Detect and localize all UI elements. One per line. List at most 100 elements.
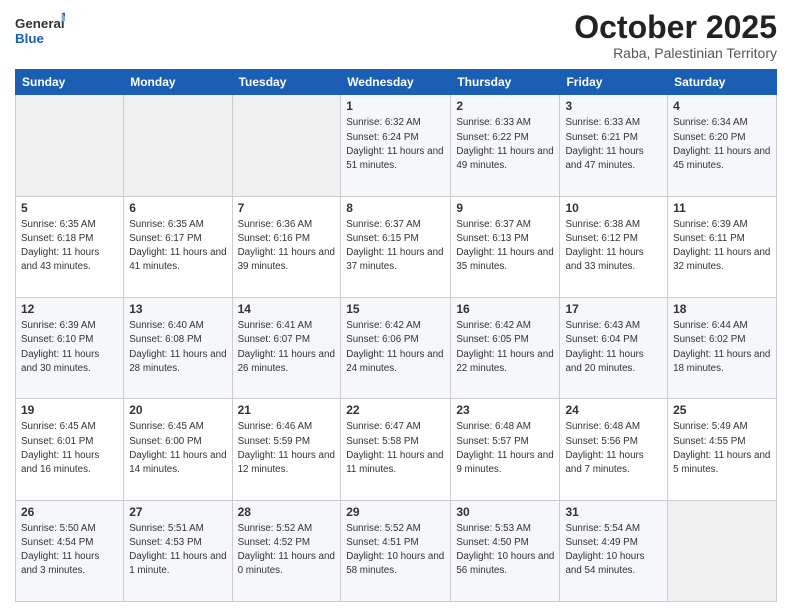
sunset-info: Sunset: 6:06 PM — [346, 334, 418, 345]
daylight-info: Daylight: 11 hours and 1 minute. — [129, 551, 226, 576]
sunset-info: Sunset: 6:21 PM — [565, 132, 637, 143]
day-number: 25 — [673, 402, 771, 418]
daylight-info: Daylight: 11 hours and 22 minutes. — [456, 349, 553, 374]
daylight-info: Daylight: 11 hours and 0 minutes. — [238, 551, 335, 576]
page: General Blue October 2025 Raba, Palestin… — [0, 0, 792, 612]
day-number: 13 — [129, 301, 226, 317]
calendar-day-cell: 2 Sunrise: 6:33 AM Sunset: 6:22 PM Dayli… — [451, 95, 560, 196]
day-number: 27 — [129, 504, 226, 520]
daylight-info: Daylight: 11 hours and 43 minutes. — [21, 247, 99, 272]
svg-text:Blue: Blue — [15, 31, 44, 46]
day-number: 2 — [456, 98, 554, 114]
daylight-info: Daylight: 11 hours and 9 minutes. — [456, 450, 553, 475]
daylight-info: Daylight: 11 hours and 20 minutes. — [565, 349, 643, 374]
daylight-info: Daylight: 11 hours and 37 minutes. — [346, 247, 443, 272]
calendar-day-header: Wednesday — [341, 70, 451, 95]
day-number: 11 — [673, 200, 771, 216]
sunset-info: Sunset: 6:04 PM — [565, 334, 637, 345]
daylight-info: Daylight: 11 hours and 12 minutes. — [238, 450, 335, 475]
day-number: 16 — [456, 301, 554, 317]
sunset-info: Sunset: 6:12 PM — [565, 233, 637, 244]
day-number: 20 — [129, 402, 226, 418]
sunrise-info: Sunrise: 5:52 AM — [346, 523, 421, 534]
sunset-info: Sunset: 6:15 PM — [346, 233, 418, 244]
sunset-info: Sunset: 6:17 PM — [129, 233, 201, 244]
calendar-day-cell: 14 Sunrise: 6:41 AM Sunset: 6:07 PM Dayl… — [232, 297, 341, 398]
day-number: 30 — [456, 504, 554, 520]
calendar-day-cell: 8 Sunrise: 6:37 AM Sunset: 6:15 PM Dayli… — [341, 196, 451, 297]
day-number: 4 — [673, 98, 771, 114]
calendar-day-cell: 9 Sunrise: 6:37 AM Sunset: 6:13 PM Dayli… — [451, 196, 560, 297]
day-number: 29 — [346, 504, 445, 520]
calendar-week-row: 5 Sunrise: 6:35 AM Sunset: 6:18 PM Dayli… — [16, 196, 777, 297]
calendar-day-cell: 12 Sunrise: 6:39 AM Sunset: 6:10 PM Dayl… — [16, 297, 124, 398]
calendar-week-row: 1 Sunrise: 6:32 AM Sunset: 6:24 PM Dayli… — [16, 95, 777, 196]
calendar-day-header: Thursday — [451, 70, 560, 95]
calendar-day-header: Tuesday — [232, 70, 341, 95]
day-number: 12 — [21, 301, 118, 317]
sunrise-info: Sunrise: 6:47 AM — [346, 421, 421, 432]
sunset-info: Sunset: 6:07 PM — [238, 334, 310, 345]
sunset-info: Sunset: 5:56 PM — [565, 436, 637, 447]
header: General Blue October 2025 Raba, Palestin… — [15, 10, 777, 61]
calendar-day-cell — [232, 95, 341, 196]
sunset-info: Sunset: 4:53 PM — [129, 537, 201, 548]
sunset-info: Sunset: 6:00 PM — [129, 436, 201, 447]
sunset-info: Sunset: 4:54 PM — [21, 537, 93, 548]
daylight-info: Daylight: 11 hours and 24 minutes. — [346, 349, 443, 374]
day-number: 17 — [565, 301, 662, 317]
daylight-info: Daylight: 11 hours and 30 minutes. — [21, 349, 99, 374]
sunset-info: Sunset: 6:24 PM — [346, 132, 418, 143]
sunset-info: Sunset: 6:11 PM — [673, 233, 745, 244]
day-number: 5 — [21, 200, 118, 216]
day-number: 28 — [238, 504, 336, 520]
calendar-day-cell: 30 Sunrise: 5:53 AM Sunset: 4:50 PM Dayl… — [451, 500, 560, 601]
sunrise-info: Sunrise: 5:54 AM — [565, 523, 640, 534]
daylight-info: Daylight: 11 hours and 32 minutes. — [673, 247, 770, 272]
calendar-week-row: 26 Sunrise: 5:50 AM Sunset: 4:54 PM Dayl… — [16, 500, 777, 601]
day-number: 21 — [238, 402, 336, 418]
calendar-day-cell: 7 Sunrise: 6:36 AM Sunset: 6:16 PM Dayli… — [232, 196, 341, 297]
sunset-info: Sunset: 6:10 PM — [21, 334, 93, 345]
sunset-info: Sunset: 4:49 PM — [565, 537, 637, 548]
daylight-info: Daylight: 11 hours and 35 minutes. — [456, 247, 553, 272]
sunset-info: Sunset: 6:08 PM — [129, 334, 201, 345]
daylight-info: Daylight: 11 hours and 18 minutes. — [673, 349, 770, 374]
sunset-info: Sunset: 6:20 PM — [673, 132, 745, 143]
calendar-day-cell: 17 Sunrise: 6:43 AM Sunset: 6:04 PM Dayl… — [560, 297, 668, 398]
calendar-day-cell: 28 Sunrise: 5:52 AM Sunset: 4:52 PM Dayl… — [232, 500, 341, 601]
calendar-day-cell: 31 Sunrise: 5:54 AM Sunset: 4:49 PM Dayl… — [560, 500, 668, 601]
daylight-info: Daylight: 11 hours and 5 minutes. — [673, 450, 770, 475]
sunrise-info: Sunrise: 6:44 AM — [673, 320, 748, 331]
daylight-info: Daylight: 11 hours and 14 minutes. — [129, 450, 226, 475]
sunrise-info: Sunrise: 6:42 AM — [456, 320, 531, 331]
sunrise-info: Sunrise: 6:39 AM — [21, 320, 96, 331]
sunrise-info: Sunrise: 6:39 AM — [673, 219, 748, 230]
daylight-info: Daylight: 11 hours and 51 minutes. — [346, 146, 443, 171]
day-number: 24 — [565, 402, 662, 418]
daylight-info: Daylight: 11 hours and 3 minutes. — [21, 551, 99, 576]
calendar-day-cell: 22 Sunrise: 6:47 AM Sunset: 5:58 PM Dayl… — [341, 399, 451, 500]
calendar-day-cell — [16, 95, 124, 196]
sunset-info: Sunset: 6:16 PM — [238, 233, 310, 244]
main-title: October 2025 — [574, 10, 777, 45]
sunset-info: Sunset: 4:51 PM — [346, 537, 418, 548]
calendar-day-cell — [668, 500, 777, 601]
day-number: 23 — [456, 402, 554, 418]
sunrise-info: Sunrise: 6:45 AM — [21, 421, 96, 432]
calendar-day-cell: 19 Sunrise: 6:45 AM Sunset: 6:01 PM Dayl… — [16, 399, 124, 500]
daylight-info: Daylight: 10 hours and 58 minutes. — [346, 551, 444, 576]
calendar-day-cell: 24 Sunrise: 6:48 AM Sunset: 5:56 PM Dayl… — [560, 399, 668, 500]
calendar-day-cell: 20 Sunrise: 6:45 AM Sunset: 6:00 PM Dayl… — [124, 399, 232, 500]
sunrise-info: Sunrise: 6:37 AM — [456, 219, 531, 230]
sunset-info: Sunset: 4:55 PM — [673, 436, 745, 447]
sunrise-info: Sunrise: 6:33 AM — [565, 117, 640, 128]
calendar: SundayMondayTuesdayWednesdayThursdayFrid… — [15, 69, 777, 602]
calendar-day-cell: 27 Sunrise: 5:51 AM Sunset: 4:53 PM Dayl… — [124, 500, 232, 601]
sunset-info: Sunset: 6:22 PM — [456, 132, 528, 143]
sunset-info: Sunset: 4:52 PM — [238, 537, 310, 548]
day-number: 10 — [565, 200, 662, 216]
calendar-day-cell: 21 Sunrise: 6:46 AM Sunset: 5:59 PM Dayl… — [232, 399, 341, 500]
calendar-day-header: Sunday — [16, 70, 124, 95]
sunrise-info: Sunrise: 6:42 AM — [346, 320, 421, 331]
